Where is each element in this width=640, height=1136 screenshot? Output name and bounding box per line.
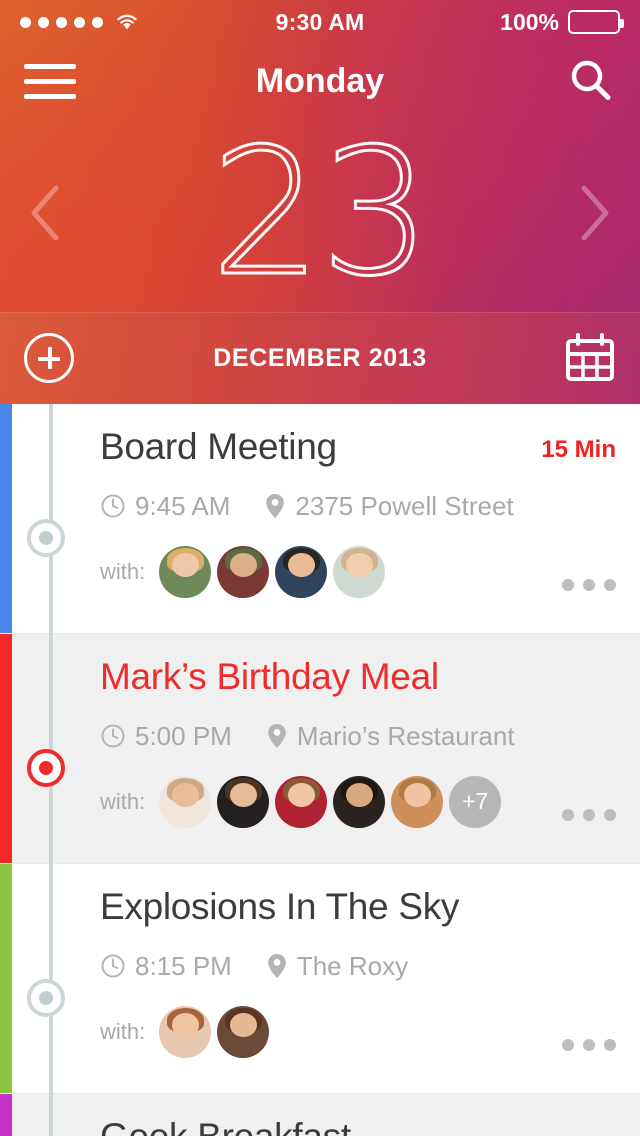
- attendees-label: with:: [100, 558, 146, 584]
- timeline-marker-column: [12, 634, 100, 863]
- event-title: Mark’s Birthday Meal: [100, 656, 439, 697]
- event-title-row: Board Meeting 15 Min: [100, 426, 616, 469]
- event-category-stripe: [0, 864, 12, 1093]
- timeline-marker-dot: [39, 761, 53, 775]
- clock-icon: [100, 953, 126, 979]
- event-body: Geek Breakfast: [100, 1094, 640, 1136]
- app-screen: 9:30 AM 100% Monday 23 DECEMBER 2013 Boa…: [0, 0, 640, 1136]
- event-duration-badge: 15 Min: [541, 436, 616, 463]
- event-attendees: with:: [100, 1005, 616, 1058]
- timeline-marker-column: [12, 404, 100, 633]
- event-location: The Roxy: [266, 951, 408, 982]
- plus-circle-icon[interactable]: [24, 333, 74, 383]
- month-bar: DECEMBER 2013: [0, 312, 640, 404]
- event-body: Explosions In The Sky 8:15 PM The Roxy with…: [100, 864, 640, 1093]
- location-pin-icon: [264, 492, 286, 520]
- event-time-label: 8:15 PM: [135, 950, 232, 981]
- event-title: Geek Breakfast: [100, 1116, 351, 1136]
- timeline-marker-column: [12, 1094, 100, 1136]
- timeline-marker: [27, 519, 65, 557]
- avatar[interactable]: [333, 545, 386, 598]
- day-number-area: 23: [0, 118, 640, 308]
- timeline-marker-column: [12, 864, 100, 1093]
- event-body: Board Meeting 15 Min 9:45 AM 2375 Powell St…: [100, 404, 640, 633]
- date-header: 9:30 AM 100% Monday 23: [0, 0, 640, 312]
- attendees-label: with:: [100, 1018, 146, 1044]
- timeline-marker-dot: [39, 991, 53, 1005]
- attendees-label: with:: [100, 788, 146, 814]
- event-location-label: 2375 Powell Street: [295, 490, 514, 521]
- event-attendees: with:: [100, 545, 616, 598]
- avatar[interactable]: [159, 1005, 212, 1058]
- event-title-row: Mark’s Birthday Meal: [100, 656, 616, 699]
- event-category-stripe: [0, 1094, 12, 1136]
- avatar-group: [159, 545, 386, 598]
- month-label: DECEMBER 2013: [213, 343, 427, 372]
- avatar-group: [159, 1005, 270, 1058]
- timeline-marker-dot: [39, 531, 53, 545]
- avatar-group: +7: [159, 775, 502, 828]
- battery-percent-label: 100%: [500, 8, 559, 35]
- avatar[interactable]: [159, 545, 212, 598]
- event-location-label: Mario’s Restaurant: [296, 720, 515, 751]
- battery-icon: [568, 10, 624, 34]
- avatar[interactable]: [217, 1005, 270, 1058]
- avatar[interactable]: [275, 545, 328, 598]
- ellipsis-icon[interactable]: [562, 1039, 616, 1051]
- event-list[interactable]: Board Meeting 15 Min 9:45 AM 2375 Powell St…: [0, 404, 640, 1136]
- event-time: 5:00 PM: [100, 721, 232, 752]
- calendar-icon[interactable]: [564, 333, 616, 383]
- event-title: Explosions In The Sky: [100, 886, 460, 927]
- event-meta: 8:15 PM The Roxy: [100, 951, 616, 982]
- event-title-row: Geek Breakfast: [100, 1116, 616, 1136]
- timeline-marker-active: [27, 749, 65, 787]
- event-attendees: with: +7: [100, 775, 616, 828]
- ellipsis-icon[interactable]: [562, 579, 616, 591]
- previous-day-button[interactable]: [26, 182, 68, 244]
- avatar[interactable]: [391, 775, 444, 828]
- day-number: 23: [209, 111, 433, 312]
- event-time-label: 5:00 PM: [135, 720, 232, 751]
- event-category-stripe: [0, 404, 12, 633]
- hamburger-menu-icon[interactable]: [24, 61, 78, 101]
- event-row[interactable]: Mark’s Birthday Meal 5:00 PM Mario’s Resta…: [0, 634, 640, 864]
- avatar[interactable]: [217, 545, 270, 598]
- event-location-label: The Roxy: [296, 950, 409, 981]
- event-time: 9:45 AM: [100, 491, 230, 522]
- event-location: 2375 Powell Street: [264, 490, 514, 522]
- event-title-row: Explosions In The Sky: [100, 886, 616, 929]
- status-right: 100%: [500, 8, 624, 36]
- event-meta: 9:45 AM 2375 Powell Street: [100, 491, 616, 522]
- avatar[interactable]: [217, 775, 270, 828]
- avatar[interactable]: [275, 775, 328, 828]
- location-pin-icon: [266, 722, 288, 750]
- nav-bar: Monday: [0, 44, 640, 118]
- timeline-marker: [27, 979, 65, 1017]
- clock-icon: [100, 493, 126, 519]
- avatar-overflow-count[interactable]: +7: [449, 775, 502, 828]
- search-icon[interactable]: [566, 56, 616, 106]
- event-row[interactable]: Geek Breakfast: [0, 1094, 640, 1136]
- event-category-stripe: [0, 634, 12, 863]
- event-row[interactable]: Explosions In The Sky 8:15 PM The Roxy with…: [0, 864, 640, 1094]
- event-title: Board Meeting: [100, 426, 337, 467]
- clock-icon: [100, 723, 126, 749]
- event-row[interactable]: Board Meeting 15 Min 9:45 AM 2375 Powell St…: [0, 404, 640, 634]
- event-meta: 5:00 PM Mario’s Restaurant: [100, 721, 616, 752]
- event-location: Mario’s Restaurant: [266, 721, 515, 752]
- next-day-button[interactable]: [572, 182, 614, 244]
- page-title: Monday: [255, 61, 385, 100]
- ellipsis-icon[interactable]: [562, 809, 616, 821]
- event-time-label: 9:45 AM: [135, 490, 231, 521]
- event-time: 8:15 PM: [100, 951, 232, 982]
- status-bar: 9:30 AM 100%: [0, 0, 640, 44]
- location-pin-icon: [266, 952, 288, 980]
- avatar[interactable]: [333, 775, 386, 828]
- avatar[interactable]: [159, 775, 212, 828]
- event-body: Mark’s Birthday Meal 5:00 PM Mario’s Resta…: [100, 634, 640, 863]
